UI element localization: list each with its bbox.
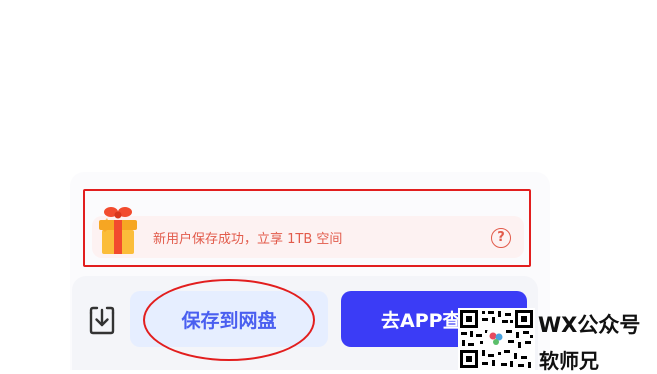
save-to-drive-button[interactable]: 保存到网盘 [130,291,328,347]
help-circle-icon[interactable]: ? [491,228,511,248]
gift-icon [99,207,137,254]
download-icon[interactable] [88,305,116,335]
qr-code-image [458,308,535,370]
banner-text: 新用户保存成功，立享 1TB 空间 [153,232,343,247]
watermark-label: WX公众号 [538,313,641,337]
